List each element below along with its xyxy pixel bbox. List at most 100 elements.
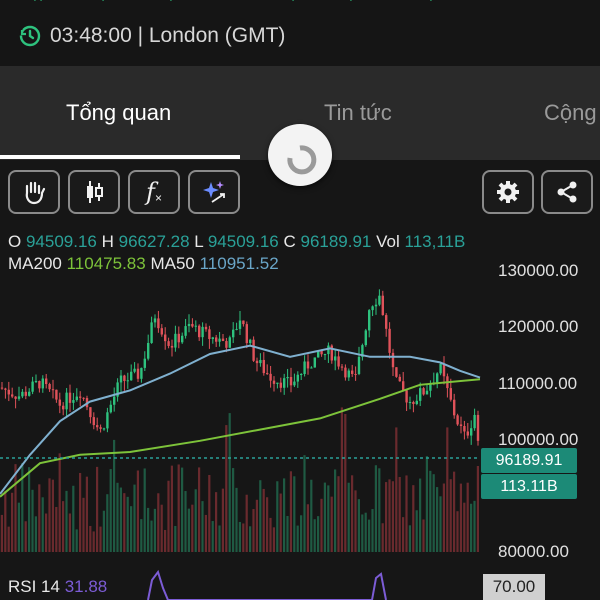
volume-bar bbox=[133, 484, 136, 552]
volume-bar bbox=[184, 491, 187, 552]
volume-bar bbox=[38, 484, 41, 552]
y-tick-100000: 100000.00 bbox=[498, 430, 579, 449]
volume-bar bbox=[157, 493, 160, 552]
chart-type-button[interactable] bbox=[68, 170, 120, 214]
volume-bar bbox=[317, 516, 320, 552]
candle-body bbox=[119, 375, 123, 383]
candle-body bbox=[238, 320, 242, 329]
candle-body bbox=[456, 415, 459, 425]
volume-bar bbox=[415, 510, 418, 552]
tab-community[interactable]: Cộng bbox=[544, 100, 597, 126]
volume-bar bbox=[463, 502, 466, 552]
volume-bar bbox=[68, 513, 71, 552]
pan-tool-button[interactable] bbox=[8, 170, 60, 214]
volume-bar bbox=[24, 521, 27, 552]
candle-body bbox=[323, 354, 327, 356]
volume-bar bbox=[306, 504, 309, 552]
candle-body bbox=[296, 374, 299, 382]
candle-body bbox=[283, 378, 286, 388]
volume-bar bbox=[51, 479, 54, 552]
volume-bar bbox=[310, 479, 313, 552]
volume-tag: 113.11B bbox=[481, 474, 577, 499]
tab-news[interactable]: Tin tức bbox=[324, 100, 392, 126]
candle-body bbox=[82, 397, 85, 399]
volume-bar bbox=[0, 514, 4, 552]
candle-body bbox=[211, 337, 214, 340]
volume-bar bbox=[225, 425, 228, 552]
volume-bar bbox=[371, 509, 374, 552]
volume-bar bbox=[442, 483, 445, 552]
candle-body bbox=[187, 323, 191, 327]
volume-bar bbox=[340, 407, 343, 552]
volume-bar bbox=[167, 480, 170, 552]
candle-body bbox=[96, 425, 99, 428]
share-button[interactable] bbox=[541, 170, 593, 214]
candle-body bbox=[102, 428, 106, 430]
ohlc-readout: O 94509.16 H 96627.28 L 94509.16 C 96189… bbox=[8, 232, 465, 252]
candle-body bbox=[262, 359, 265, 374]
close-label: C bbox=[283, 232, 296, 251]
candle-body bbox=[476, 414, 480, 441]
volume-bar bbox=[153, 508, 156, 552]
volume-bar bbox=[62, 501, 65, 552]
volume-bar bbox=[140, 519, 143, 552]
price-candles bbox=[0, 289, 480, 446]
volume-bar bbox=[412, 485, 415, 552]
candle-body bbox=[439, 363, 442, 374]
candle-body bbox=[306, 361, 310, 369]
open-label: O bbox=[8, 232, 22, 251]
candle-body bbox=[7, 389, 10, 395]
volume-bar bbox=[395, 427, 398, 552]
volume-bar bbox=[45, 513, 48, 552]
candle-body bbox=[58, 399, 61, 406]
ma50-value: 110951.52 bbox=[199, 254, 279, 273]
candle-body bbox=[106, 412, 109, 429]
volume-bar bbox=[473, 500, 476, 552]
volume-bar bbox=[123, 493, 126, 552]
candle-body bbox=[313, 357, 316, 368]
tab-overview[interactable]: Tổng quan bbox=[66, 100, 171, 126]
price-partial-glyphs bbox=[34, 0, 474, 1]
volume-bar bbox=[456, 511, 459, 552]
volume-bar bbox=[334, 469, 337, 552]
candle-body bbox=[463, 426, 466, 432]
candle-body bbox=[225, 341, 228, 348]
candle-body bbox=[269, 373, 272, 381]
volume-bar bbox=[85, 476, 88, 552]
candle-body bbox=[436, 373, 439, 383]
candle-body bbox=[136, 368, 140, 379]
volume-bar bbox=[286, 515, 289, 552]
volume-bar bbox=[327, 485, 330, 552]
candle-body bbox=[337, 356, 340, 367]
candle-body bbox=[266, 373, 269, 375]
candle-body bbox=[164, 334, 167, 342]
volume-value: 113,11B bbox=[404, 232, 466, 251]
low-value: 94509.16 bbox=[207, 232, 279, 251]
candle-body bbox=[419, 388, 422, 401]
rsi-line bbox=[147, 569, 387, 600]
volume-bar bbox=[374, 465, 377, 552]
candle-body bbox=[133, 368, 136, 372]
candle-body bbox=[68, 392, 72, 403]
volume-bar bbox=[72, 485, 75, 552]
candle-body bbox=[181, 335, 184, 343]
ai-analysis-button[interactable] bbox=[188, 170, 240, 214]
settings-button[interactable] bbox=[482, 170, 534, 214]
candle-body bbox=[113, 396, 116, 405]
candle-body bbox=[429, 384, 432, 391]
volume-bar bbox=[221, 488, 224, 552]
volume-bar bbox=[459, 483, 462, 552]
volume-bar bbox=[96, 466, 99, 552]
last-price-tag: 96189.91 bbox=[481, 448, 577, 473]
volume-bar bbox=[218, 525, 221, 552]
volume-bar bbox=[89, 525, 92, 552]
candle-body bbox=[459, 424, 463, 427]
refresh-indicator[interactable] bbox=[268, 124, 332, 186]
volume-bar bbox=[405, 475, 408, 552]
candle-body bbox=[24, 391, 27, 396]
volume-bar bbox=[245, 494, 248, 552]
market-time: 03:48:00 | London (GMT) bbox=[18, 22, 285, 50]
indicators-button[interactable]: f × bbox=[128, 170, 180, 214]
volume-bar bbox=[34, 516, 37, 552]
candle-body bbox=[75, 396, 78, 401]
